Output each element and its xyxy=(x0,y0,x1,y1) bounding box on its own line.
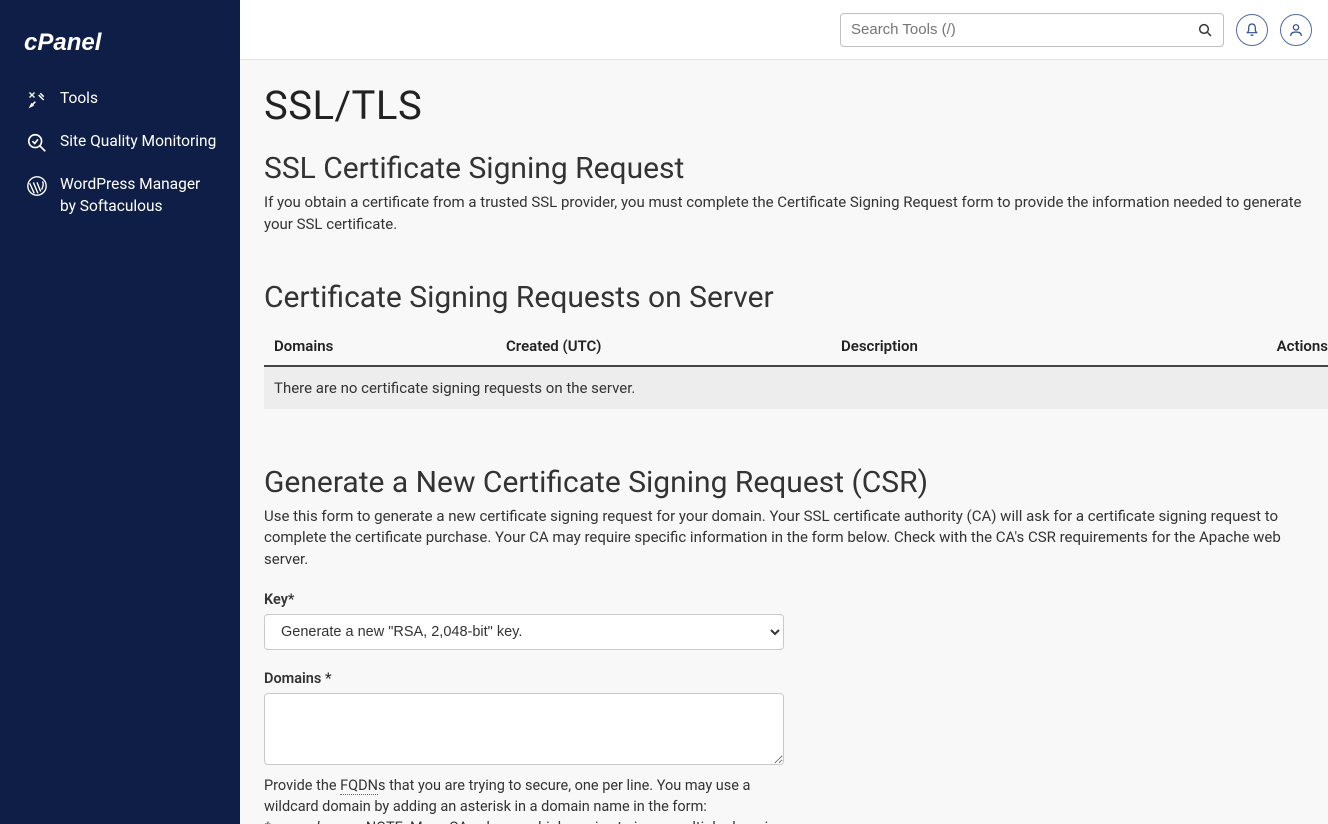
table-row-empty: There are no certificate signing request… xyxy=(264,366,1328,409)
svg-text:cPanel: cPanel xyxy=(24,29,103,56)
csr-table: Domains Created (UTC) Description Action… xyxy=(264,327,1328,409)
key-field-label: Key* xyxy=(264,591,784,608)
wildcard-example: *.example.com xyxy=(264,819,358,824)
user-icon xyxy=(1288,22,1304,38)
cpanel-logo-svg: cPanel xyxy=(24,28,144,56)
csr-heading: SSL Certificate Signing Request xyxy=(264,151,1304,186)
th-actions: Actions xyxy=(1178,327,1328,366)
key-select[interactable]: Generate a new "RSA, 2,048-bit" key. xyxy=(264,614,784,650)
generate-heading: Generate a New Certificate Signing Reque… xyxy=(264,465,1304,500)
sidebar-nav: Tools Site Quality Monitoring WordPress … xyxy=(0,78,240,227)
content: SSL/TLS SSL Certificate Signing Request … xyxy=(240,60,1328,824)
sidebar-item-label: Tools xyxy=(60,88,220,110)
csr-table-heading: Certificate Signing Requests on Server xyxy=(264,280,1304,315)
account-button[interactable] xyxy=(1280,14,1312,46)
sidebar-item-tools[interactable]: Tools xyxy=(0,78,240,121)
search-icon xyxy=(1197,22,1213,38)
main: SSL/TLS SSL Certificate Signing Request … xyxy=(240,0,1328,824)
fqdn-acronym: FQDN xyxy=(340,777,378,795)
bell-icon xyxy=(1244,22,1260,38)
page-title: SSL/TLS xyxy=(264,82,1328,129)
csr-description: If you obtain a certificate from a trust… xyxy=(264,192,1304,236)
sidebar-item-wordpress[interactable]: WordPress Manager by Softaculous xyxy=(0,164,240,227)
generate-description: Use this form to generate a new certific… xyxy=(264,506,1304,571)
sidebar: cPanel Tools Site Quality Monitoring xyxy=(0,0,240,824)
search-input-wrap[interactable] xyxy=(840,13,1224,47)
domains-help-text: Provide the FQDNs that you are trying to… xyxy=(264,775,784,824)
search-input[interactable] xyxy=(851,21,1197,38)
th-description: Description xyxy=(831,327,1178,366)
wordpress-icon xyxy=(26,175,48,197)
sidebar-item-label: Site Quality Monitoring xyxy=(60,131,220,153)
domains-field-label: Domains * xyxy=(264,670,784,687)
sidebar-item-label: WordPress Manager by Softaculous xyxy=(60,174,220,217)
th-created: Created (UTC) xyxy=(496,327,831,366)
notifications-button[interactable] xyxy=(1236,14,1268,46)
sidebar-item-site-quality[interactable]: Site Quality Monitoring xyxy=(0,121,240,164)
empty-message: There are no certificate signing request… xyxy=(264,366,1328,409)
ca-acronym: CA xyxy=(449,819,468,824)
csr-form: Key* Generate a new "RSA, 2,048-bit" key… xyxy=(264,591,784,824)
domains-textarea[interactable] xyxy=(264,693,784,765)
tools-icon xyxy=(26,89,48,111)
th-domains: Domains xyxy=(264,327,496,366)
cpanel-logo[interactable]: cPanel xyxy=(0,0,240,78)
topbar xyxy=(240,0,1328,60)
magnifier-check-icon xyxy=(26,132,48,154)
